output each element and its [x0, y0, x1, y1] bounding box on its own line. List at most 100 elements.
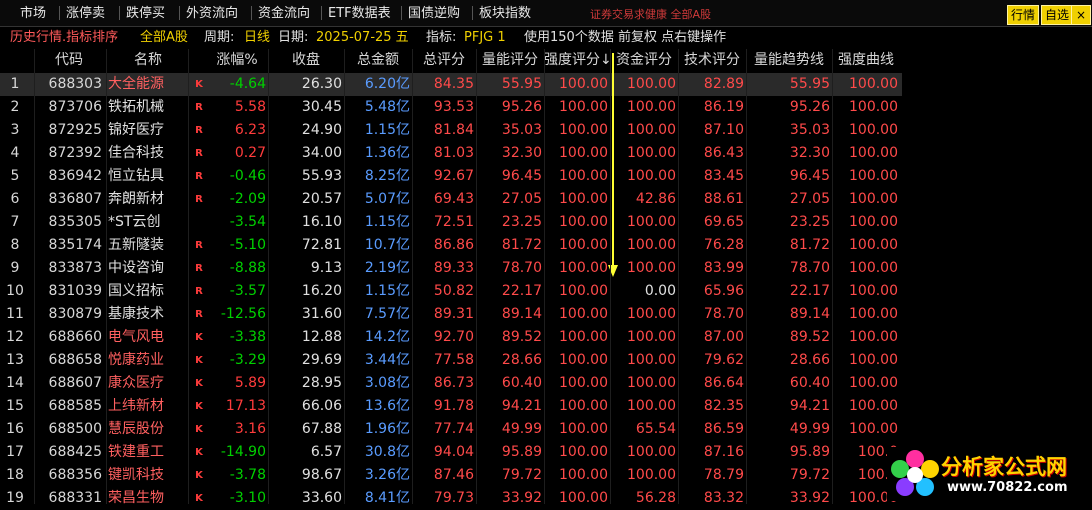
period-value[interactable]: 日线	[244, 27, 270, 49]
cell-name: 铁建重工	[108, 444, 164, 460]
watchlist-button[interactable]: 自选	[1041, 5, 1074, 25]
cell-volume-trend: 79.72	[789, 467, 830, 483]
header-code[interactable]: 代码	[36, 49, 102, 72]
header-tech-score[interactable]: 技术评分	[680, 49, 744, 72]
header-fund-score[interactable]: 资金评分	[612, 49, 676, 72]
cell-index: 11	[6, 306, 24, 322]
cell-strength-score: 100.00	[559, 260, 608, 276]
cell-change: 5.58	[234, 99, 266, 115]
header-type[interactable]	[190, 49, 208, 72]
cell-type: R	[195, 102, 203, 113]
table-row[interactable]: 8 835174 五新隧装 R -5.10 72.81 10.7亿 86.86 81.72 100…	[0, 234, 902, 257]
menu-item-2[interactable]: 跌停买	[126, 0, 165, 26]
cell-total-score: 72.51	[433, 214, 474, 230]
cell-total-score: 92.70	[433, 329, 474, 345]
cell-amount: 10.7亿	[364, 237, 410, 253]
menu-item-3[interactable]: 外资流向	[186, 0, 238, 26]
cell-type: R	[195, 125, 203, 136]
cell-strength-score: 100.00	[559, 214, 608, 230]
menu-item-1[interactable]: 涨停卖	[66, 0, 105, 26]
table-row[interactable]: 18 688356 键凯科技 K -3.78 98.67 3.26亿 87.46 79.72 10…	[0, 464, 902, 487]
table-row[interactable]: 16 688500 慧辰股份 K 3.16 67.88 1.96亿 77.74 49.99 100…	[0, 418, 902, 441]
header-close[interactable]: 收盘	[270, 49, 342, 72]
cell-code: 688658	[48, 352, 102, 368]
market-scope[interactable]: 全部A股	[140, 27, 188, 49]
menu-item-0[interactable]: 市场	[20, 0, 46, 26]
table-row[interactable]: 11 830879 基康技术 R -12.56 31.60 7.57亿 89.31 89.14 1…	[0, 303, 902, 326]
cell-type: K	[195, 332, 203, 343]
cell-volume-trend: 28.66	[789, 352, 830, 368]
cell-strength-curve: 100.00	[849, 122, 898, 138]
table-row[interactable]: 19 688331 荣昌生物 K -3.10 33.60 8.41亿 79.73 33.92 10…	[0, 487, 902, 510]
menu-item-4[interactable]: 资金流向	[258, 0, 310, 26]
table-row[interactable]: 12 688660 电气风电 K -3.38 12.88 14.2亿 92.70 89.52 10…	[0, 326, 902, 349]
cell-code: 831039	[48, 283, 102, 299]
table-row[interactable]: 17 688425 铁建重工 K -14.90 6.57 30.8亿 94.04 95.89 10…	[0, 441, 902, 464]
date-label: 日期:	[278, 30, 309, 45]
cell-tech-score: 82.35	[703, 398, 744, 414]
table-row[interactable]: 1 688303 大全能源 K -4.64 26.30 6.20亿 84.35 55.95 100…	[0, 73, 902, 96]
header-strength-score[interactable]: 强度评分↓	[544, 49, 612, 72]
cell-name: 国义招标	[108, 283, 164, 299]
column-divider	[476, 49, 477, 504]
table-row[interactable]: 7 835305 *ST云创 -3.54 16.10 1.15亿 72.51 23.25 100…	[0, 211, 902, 234]
cell-tech-score: 87.16	[703, 444, 744, 460]
menu-item-5[interactable]: ETF数据表	[328, 0, 391, 26]
cell-code: 830879	[48, 306, 102, 322]
table-row[interactable]: 10 831039 国义招标 R -3.57 16.20 1.15亿 50.82 22.17 10…	[0, 280, 902, 303]
cell-amount: 1.36亿	[364, 145, 410, 161]
header-volume-trend[interactable]: 量能趋势线	[748, 49, 830, 72]
cell-index: 2	[10, 99, 20, 115]
header-volume-score[interactable]: 量能评分	[478, 49, 542, 72]
cell-volume-trend: 35.03	[789, 122, 830, 138]
table-row[interactable]: 13 688658 悦康药业 K -3.29 29.69 3.44亿 77.58 28.66 10…	[0, 349, 902, 372]
cell-total-score: 91.78	[433, 398, 474, 414]
table-row[interactable]: 4 872392 佳合科技 R 0.27 34.00 1.36亿 81.03 32.30 100.…	[0, 142, 902, 165]
table-row[interactable]: 14 688607 康众医疗 K 5.89 28.95 3.08亿 86.73 60.40 100…	[0, 372, 902, 395]
header-strength-curve[interactable]: 强度曲线	[834, 49, 898, 72]
cell-close: 16.20	[301, 283, 342, 299]
header-amount[interactable]: 总金额	[346, 49, 410, 72]
cell-strength-score: 100.00	[559, 191, 608, 207]
date-value[interactable]: 2025-07-25 五	[316, 27, 409, 49]
close-icon[interactable]: ×	[1071, 5, 1091, 25]
column-divider	[268, 49, 269, 504]
cell-tech-score: 76.28	[703, 237, 744, 253]
table-row[interactable]: 5 836942 恒立钻具 R -0.46 55.93 8.25亿 92.67 96.45 100…	[0, 165, 902, 188]
cell-strength-score: 100.00	[559, 421, 608, 437]
cell-amount: 1.15亿	[364, 122, 410, 138]
table-row[interactable]: 15 688585 上纬新材 K 17.13 66.06 13.6亿 91.78 94.21 10…	[0, 395, 902, 418]
table-row[interactable]: 2 873706 铁拓机械 R 5.58 30.45 5.48亿 93.53 95.26 100.…	[0, 96, 902, 119]
cell-name: 键凯科技	[108, 467, 164, 483]
cell-fund-score: 100.00	[627, 122, 676, 138]
cell-total-score: 86.73	[433, 375, 474, 391]
menu-item-7[interactable]: 板块指数	[479, 0, 531, 26]
cell-name: 大全能源	[108, 76, 164, 92]
cell-amount: 1.15亿	[364, 214, 410, 230]
table-row[interactable]: 9 833873 中设咨询 R -8.88 9.13 2.19亿 89.33 78.70 100.…	[0, 257, 902, 280]
header-total-score[interactable]: 总评分	[414, 49, 474, 72]
header-change[interactable]: 涨幅%	[208, 49, 266, 72]
cell-type: K	[195, 493, 203, 504]
cell-fund-score: 100.00	[627, 352, 676, 368]
menu-item-6[interactable]: 国债逆购	[408, 0, 460, 26]
cell-change: -3.54	[229, 214, 266, 230]
header-name[interactable]: 名称	[108, 49, 188, 72]
cell-name: 五新隧装	[108, 237, 164, 253]
column-divider	[832, 49, 833, 504]
indicator-value[interactable]: PFJG 1	[464, 27, 506, 49]
cell-fund-score: 65.54	[635, 421, 676, 437]
cell-amount: 30.8亿	[364, 444, 410, 460]
table-row[interactable]: 6 836807 奔朗新材 R -2.09 20.57 5.07亿 69.43 27.05 100…	[0, 188, 902, 211]
cell-index: 5	[10, 168, 20, 184]
cell-amount: 13.6亿	[364, 398, 410, 414]
cell-code: 688585	[48, 398, 102, 414]
cell-volume-score: 60.40	[501, 375, 542, 391]
cell-total-score: 77.58	[433, 352, 474, 368]
header-index[interactable]	[0, 49, 30, 72]
table-row[interactable]: 3 872925 锦好医疗 R 6.23 24.90 1.15亿 81.84 35.03 100.…	[0, 119, 902, 142]
cell-strength-score: 100.00	[559, 145, 608, 161]
quote-button[interactable]: 行情	[1007, 5, 1040, 25]
cell-total-score: 69.43	[433, 191, 474, 207]
column-divider	[344, 49, 345, 504]
